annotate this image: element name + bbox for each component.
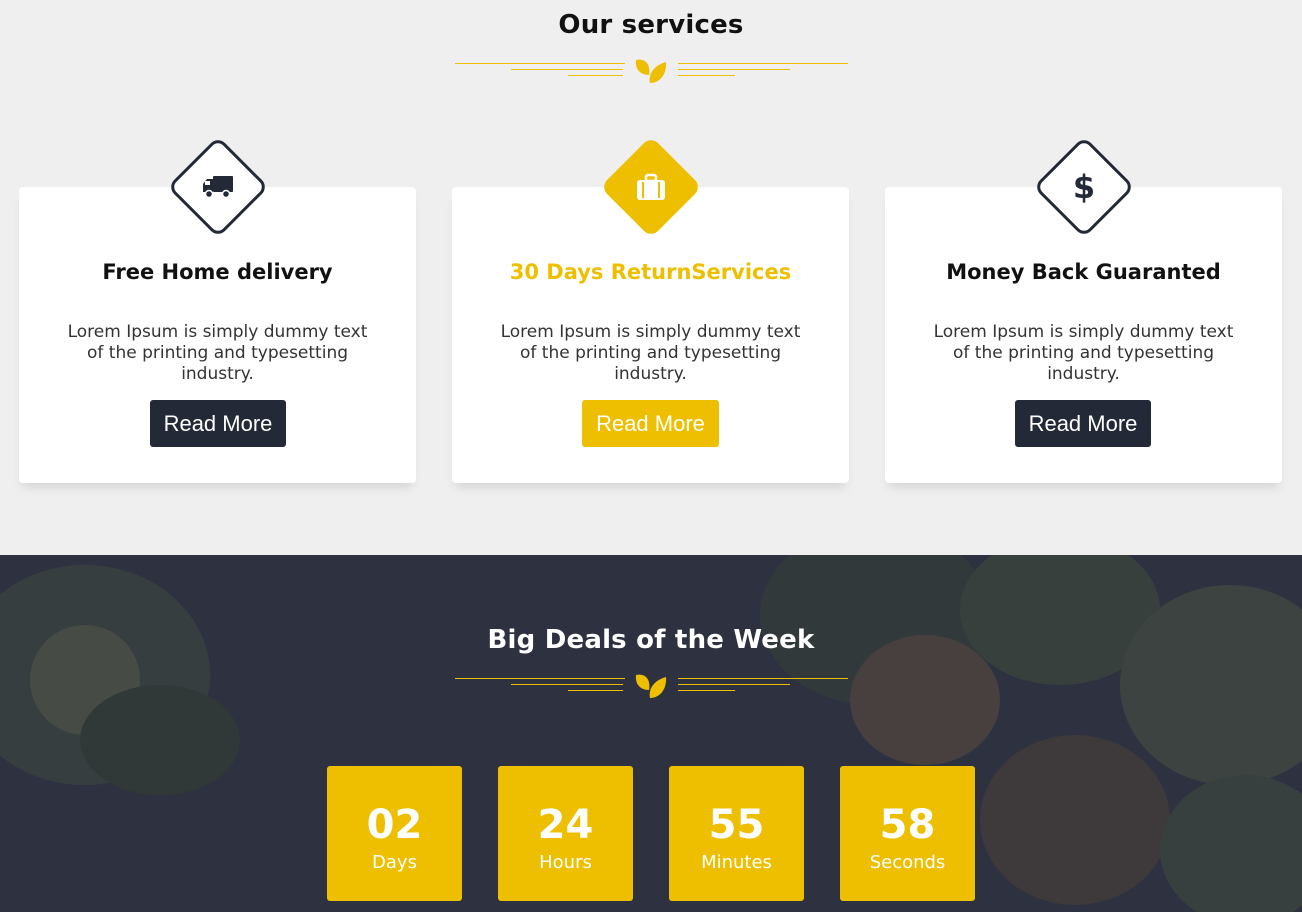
service-card-delivery: Free Home delivery Lorem Ipsum is simply… [19,136,416,483]
countdown-label: Minutes [701,852,772,873]
service-title: Money Back Guaranted [946,260,1221,284]
service-card-returns: 30 Days ReturnServices Lorem Ipsum is si… [452,136,849,483]
service-card-money-back: $ Money Back Guaranted Lorem Ipsum is si… [885,136,1282,483]
countdown-value: 24 [537,802,594,848]
leaf-icon [635,674,667,698]
leaf-icon [635,59,667,83]
services-section: Our services Free Home delivery Lorem Ip… [0,0,1302,555]
countdown-label: Days [372,852,417,873]
briefcase-icon [625,161,677,213]
countdown-hours: 24 Hours [498,766,633,901]
service-description: Lorem Ipsum is simply dummy text of the … [500,322,801,384]
countdown-days: 02 Days [327,766,462,901]
services-title: Our services [558,10,744,40]
read-more-button[interactable]: Read More [582,400,719,447]
countdown-label: Seconds [869,852,946,873]
deals-section: Big Deals of the Week 02 Days 24 Hours 5… [0,555,1302,912]
countdown-value: 02 [366,802,423,848]
read-more-button[interactable]: Read More [1015,400,1151,447]
leaf-divider [455,55,848,85]
service-title: Free Home delivery [102,260,333,284]
read-more-button[interactable]: Read More [150,400,286,447]
truck-icon [192,161,244,213]
deals-title: Big Deals of the Week [487,625,815,655]
countdown-label: Hours [539,852,592,873]
countdown-value: 55 [708,802,765,848]
service-title: 30 Days ReturnServices [509,260,792,284]
service-description: Lorem Ipsum is simply dummy text of the … [933,322,1234,384]
service-description: Lorem Ipsum is simply dummy text of the … [67,322,368,384]
countdown-value: 58 [879,802,936,848]
countdown-seconds: 58 Seconds [840,766,975,901]
leaf-divider [455,670,848,700]
dollar-icon: $ [1072,168,1096,206]
countdown-minutes: 55 Minutes [669,766,804,901]
